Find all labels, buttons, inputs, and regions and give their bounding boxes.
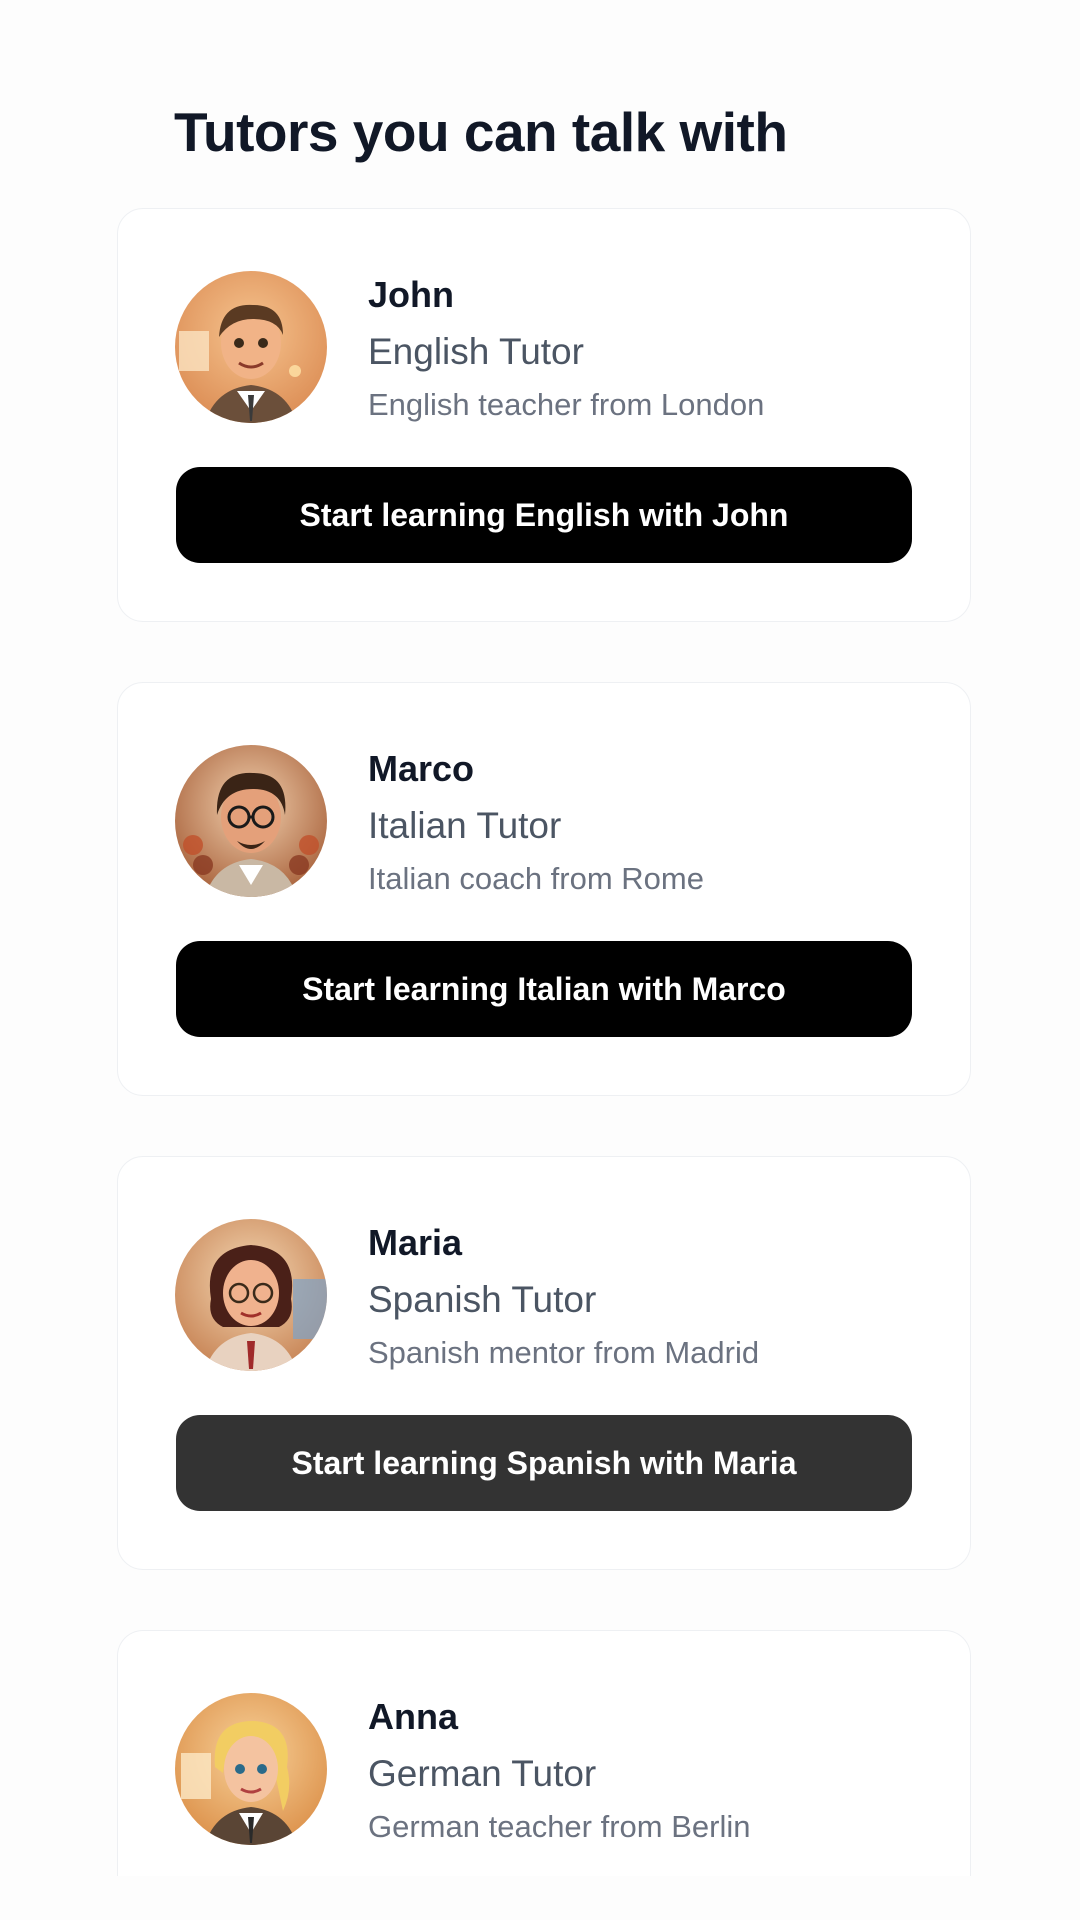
anna-avatar xyxy=(175,1693,327,1845)
tutor-description: German teacher from Berlin xyxy=(368,1809,751,1844)
tutor-card-marco: Marco Italian Tutor Italian coach from R… xyxy=(117,682,971,1096)
start-learning-button-maria[interactable]: Start learning Spanish with Maria xyxy=(176,1415,912,1511)
tutor-list: John English Tutor English teacher from … xyxy=(117,208,971,1876)
tutor-description: English teacher from London xyxy=(368,387,765,422)
tutor-role: English Tutor xyxy=(368,331,584,372)
tutor-card-anna: Anna German Tutor German teacher from Be… xyxy=(117,1630,971,1876)
maria-avatar xyxy=(175,1219,327,1371)
tutor-description: Spanish mentor from Madrid xyxy=(368,1335,760,1370)
tutor-role: Spanish Tutor xyxy=(368,1279,597,1320)
start-learning-button-marco[interactable]: Start learning Italian with Marco xyxy=(176,941,912,1037)
bottom-edge xyxy=(0,1880,1080,1920)
tutor-role: German Tutor xyxy=(368,1753,597,1794)
marco-avatar xyxy=(175,745,327,897)
page: Tutors you can talk with John English Tu… xyxy=(0,0,1080,1920)
start-learning-button-john[interactable]: Start learning English with John xyxy=(176,467,912,563)
tutor-name: John xyxy=(368,274,454,315)
tutor-card-john: John English Tutor English teacher from … xyxy=(117,208,971,622)
john-avatar xyxy=(175,271,327,423)
tutor-name: Marco xyxy=(368,748,475,789)
page-title: Tutors you can talk with xyxy=(174,101,788,163)
tutor-role: Italian Tutor xyxy=(368,805,562,846)
tutor-name: Maria xyxy=(368,1222,463,1263)
tutor-description: Italian coach from Rome xyxy=(368,861,704,896)
tutor-name: Anna xyxy=(368,1696,458,1737)
tutor-card-maria: Maria Spanish Tutor Spanish mentor from … xyxy=(117,1156,971,1570)
